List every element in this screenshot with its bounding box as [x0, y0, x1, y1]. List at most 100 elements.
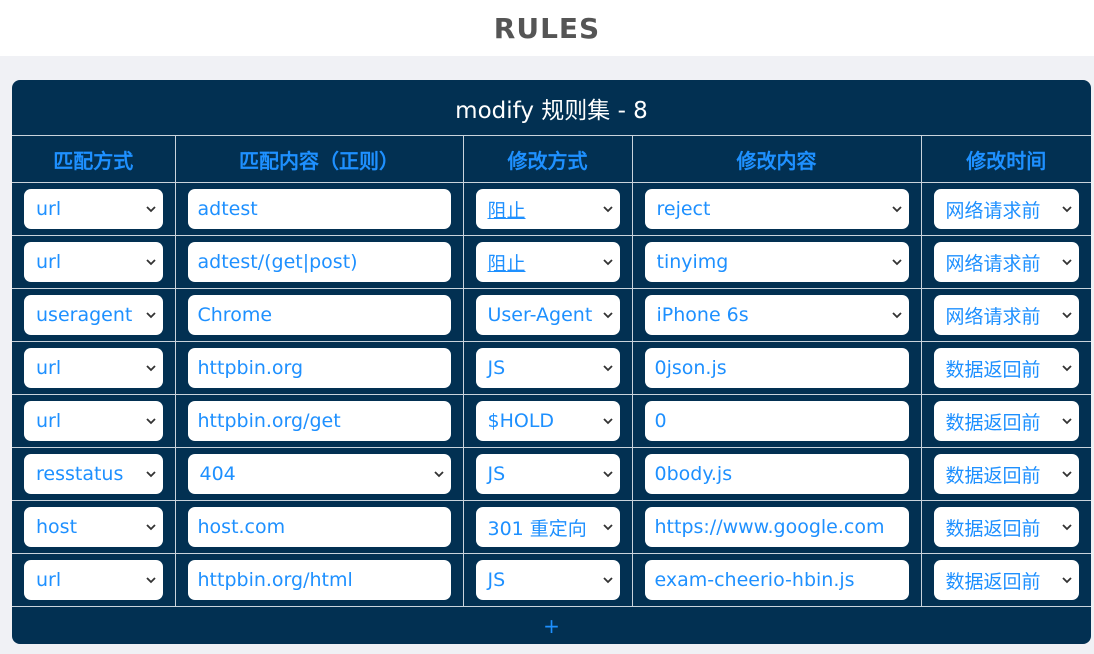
modify-time-select[interactable]: 网络请求前 — [933, 295, 1079, 335]
match-content-input-value: httpbin.org/get — [197, 410, 341, 432]
modify-content-input[interactable]: exam-cheerio-hbin.js — [644, 560, 909, 600]
match-type-select[interactable]: url — [24, 189, 163, 229]
chevron-down-icon — [433, 471, 444, 478]
modify-time-select-value: 网络请求前 — [945, 199, 1041, 222]
rules-table: 匹配方式 匹配内容（正则） 修改方式 修改内容 修改时间 url adtest 阻止… — [12, 136, 1091, 607]
chevron-down-icon — [1062, 577, 1072, 584]
modify-time-select[interactable]: 数据返回前 — [933, 348, 1079, 388]
table-cell: useragent — [12, 288, 176, 342]
table-cell: 阻止 — [462, 182, 633, 236]
modify-time-select[interactable]: 数据返回前 — [933, 401, 1079, 441]
match-type-select[interactable]: host — [24, 507, 163, 547]
add-rule-button[interactable]: + — [12, 607, 1091, 644]
match-type-select[interactable]: url — [24, 401, 163, 441]
table-cell: adtest — [174, 182, 464, 236]
modify-content-input[interactable]: 0body.js — [644, 454, 909, 494]
chevron-down-icon — [602, 577, 613, 584]
chevron-down-icon — [602, 312, 613, 319]
chevron-down-icon — [1062, 365, 1072, 372]
table-cell: tinyimg — [631, 235, 922, 289]
chevron-down-icon — [1062, 524, 1072, 531]
modify-type-select[interactable]: $HOLD — [475, 401, 620, 441]
chevron-down-icon — [145, 259, 156, 266]
match-content-input[interactable]: httpbin.org — [187, 348, 451, 388]
modify-type-select[interactable]: 301 重定向 — [475, 507, 620, 547]
table-cell: 数据返回前 — [920, 447, 1091, 501]
match-type-select[interactable]: url — [24, 242, 163, 282]
table-cell: host.com — [174, 500, 464, 554]
chevron-down-icon — [602, 206, 613, 213]
table-cell: resstatus — [12, 447, 176, 501]
match-content-input[interactable]: httpbin.org/html — [187, 560, 451, 600]
modify-type-select[interactable]: User-Agent — [475, 295, 620, 335]
table-cell: iPhone 6s — [631, 288, 922, 342]
table-cell: 404 — [174, 447, 464, 501]
page-title: RULES — [493, 11, 601, 45]
modify-content-select[interactable]: tinyimg — [644, 242, 909, 282]
match-type-select[interactable]: useragent — [24, 295, 163, 335]
modify-content-input-value: 0body.js — [654, 463, 733, 485]
match-type-select-value: url — [36, 410, 62, 432]
table-cell: adtest/(get|post) — [174, 235, 464, 289]
modify-type-select-value: JS — [487, 357, 506, 379]
modify-time-select-value: 数据返回前 — [945, 570, 1041, 593]
chevron-down-icon — [1062, 206, 1072, 213]
chevron-down-icon — [602, 524, 613, 531]
table-cell: 数据返回前 — [920, 394, 1091, 448]
modify-time-select[interactable]: 数据返回前 — [933, 454, 1079, 494]
match-type-select-value: resstatus — [36, 463, 124, 485]
table-cell: 0body.js — [631, 447, 922, 501]
modify-type-select[interactable]: 阻止 — [475, 242, 620, 282]
match-content-input[interactable]: host.com — [187, 507, 451, 547]
table-row: url httpbin.org/html JS exam-cheerio-hbin.j… — [12, 553, 1091, 607]
match-type-select[interactable]: url — [24, 560, 163, 600]
modify-type-select-value: JS — [487, 569, 506, 591]
top-bar: RULES — [0, 0, 1094, 56]
chevron-down-icon — [1062, 471, 1072, 478]
table-cell: 0json.js — [631, 341, 922, 395]
chevron-down-icon — [602, 471, 613, 478]
modify-time-select[interactable]: 网络请求前 — [933, 242, 1079, 282]
table-cell: url — [12, 182, 176, 236]
match-type-select[interactable]: url — [24, 348, 163, 388]
modify-time-select[interactable]: 网络请求前 — [933, 189, 1079, 229]
table-cell: 网络请求前 — [920, 288, 1091, 342]
table-cell: host — [12, 500, 176, 554]
table-header-row: 匹配方式 匹配内容（正则） 修改方式 修改内容 修改时间 — [12, 136, 1091, 183]
modify-type-select[interactable]: 阻止 — [475, 189, 620, 229]
table-row: url adtest 阻止 reject 网络请求前 — [12, 182, 1091, 236]
table-row: host host.com 301 重定向 https://www.google.co… — [12, 500, 1091, 554]
match-content-input[interactable]: httpbin.org/get — [187, 401, 451, 441]
modify-content-input[interactable]: 0 — [644, 401, 909, 441]
table-cell: JS — [462, 553, 633, 607]
modify-type-select[interactable]: JS — [475, 348, 620, 388]
modify-time-select[interactable]: 数据返回前 — [933, 560, 1079, 600]
table-row: url httpbin.org JS 0json.js 数据返回前 — [12, 341, 1091, 395]
modify-content-input[interactable]: https://www.google.com — [644, 507, 909, 547]
table-cell: httpbin.org/get — [174, 394, 464, 448]
match-content-input[interactable]: Chrome — [187, 295, 451, 335]
modify-time-select[interactable]: 数据返回前 — [933, 507, 1079, 547]
table-cell: 301 重定向 — [462, 500, 633, 554]
header-modify-type: 修改方式 — [462, 136, 633, 183]
modify-time-select-value: 数据返回前 — [945, 464, 1041, 487]
table-cell: https://www.google.com — [631, 500, 922, 554]
match-content-input-value: host.com — [197, 516, 286, 538]
match-content-input[interactable]: adtest/(get|post) — [187, 242, 451, 282]
modify-content-input[interactable]: 0json.js — [644, 348, 909, 388]
modify-content-select[interactable]: iPhone 6s — [644, 295, 909, 335]
match-type-select[interactable]: resstatus — [24, 454, 163, 494]
match-type-select-value: useragent — [36, 304, 133, 326]
match-content-input[interactable]: adtest — [187, 189, 451, 229]
table-cell: httpbin.org/html — [174, 553, 464, 607]
modify-type-select[interactable]: JS — [475, 560, 620, 600]
table-cell: Chrome — [174, 288, 464, 342]
match-type-select-value: url — [36, 251, 62, 273]
modify-type-select[interactable]: JS — [475, 454, 620, 494]
match-content-select[interactable]: 404 — [187, 454, 451, 494]
modify-content-select[interactable]: reject — [644, 189, 909, 229]
match-content-input-value: adtest/(get|post) — [197, 251, 358, 273]
modify-time-select-value: 数据返回前 — [945, 411, 1041, 434]
header-modify-content: 修改内容 — [631, 136, 922, 183]
modify-content-input-value: https://www.google.com — [654, 516, 885, 538]
